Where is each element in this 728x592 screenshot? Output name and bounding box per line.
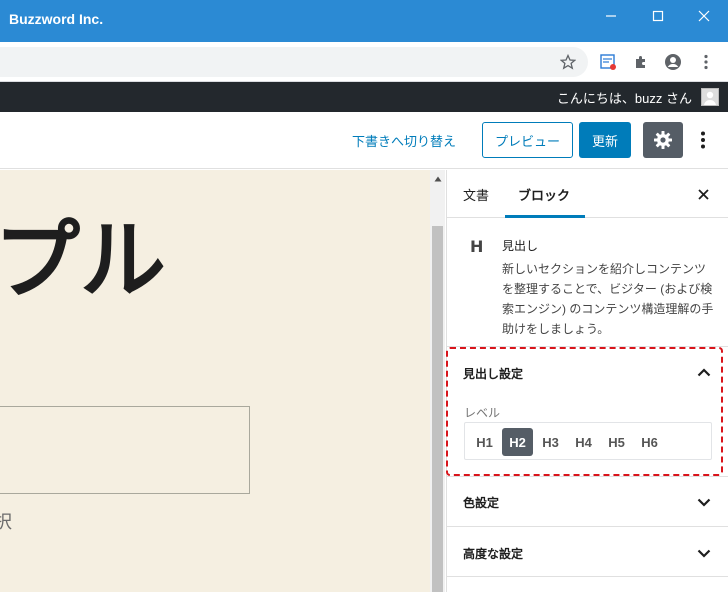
tab-block[interactable]: ブロック — [518, 185, 570, 204]
close-icon — [697, 188, 709, 200]
minimize-button[interactable] — [596, 6, 626, 26]
switch-to-draft-link[interactable]: 下書きへ切り替え — [352, 131, 456, 150]
level-h6-button[interactable]: H6 — [634, 428, 665, 456]
level-h5-button[interactable]: H5 — [601, 428, 632, 456]
maximize-icon — [652, 10, 664, 22]
extension-page-icon[interactable] — [598, 52, 618, 72]
close-window-button[interactable] — [689, 6, 719, 26]
heading-settings-panel: 見出し設定 レベル H1 H2 H3 H4 H5 H6 — [447, 346, 728, 476]
color-settings-panel: 色設定 — [447, 476, 728, 526]
maximize-button[interactable] — [643, 6, 673, 26]
block-name: 見出し — [502, 239, 539, 253]
heading-settings-toggle[interactable]: 見出し設定 — [463, 365, 523, 382]
gear-icon — [654, 131, 672, 149]
close-icon — [698, 10, 710, 22]
block-card: H 見出し 新しいセクションを紹介しコンテンツを整理することで、ビジター (およ… — [447, 218, 728, 346]
avatar[interactable] — [701, 88, 719, 106]
level-label: レベル — [464, 406, 501, 420]
advanced-toggle[interactable]: 高度な設定 — [463, 545, 523, 562]
post-title-fragment[interactable]: プル — [0, 190, 166, 315]
minimize-icon — [606, 15, 616, 17]
address-bar[interactable] — [0, 47, 588, 77]
level-h2-button[interactable]: H2 — [502, 428, 533, 456]
avatar-icon — [704, 91, 716, 105]
scrollbar-thumb[interactable] — [432, 226, 443, 592]
bookmark-star-icon[interactable] — [558, 52, 578, 72]
window-titlebar: Buzzword Inc. — [0, 0, 728, 42]
wp-admin-bar: こんにちは、buzz さん — [0, 82, 728, 112]
scroll-up-arrow[interactable] — [430, 172, 445, 186]
level-h1-button[interactable]: H1 — [469, 428, 500, 456]
heading-block-icon: H — [470, 237, 484, 256]
preview-button[interactable]: プレビュー — [482, 122, 573, 158]
level-h3-button[interactable]: H3 — [535, 428, 566, 456]
tab-document[interactable]: 文書 — [463, 185, 489, 204]
advanced-panel: 高度な設定 — [447, 526, 728, 577]
editor-canvas[interactable]: プル 択 — [0, 170, 430, 592]
settings-button[interactable] — [643, 122, 683, 158]
sidebar-tabs: 文書 ブロック — [447, 170, 728, 218]
browser-toolbar — [0, 42, 728, 82]
chevron-up-icon[interactable] — [697, 365, 711, 379]
canvas-scrollbar[interactable] — [430, 170, 445, 592]
close-sidebar-button[interactable] — [695, 186, 711, 202]
profile-icon[interactable] — [663, 52, 683, 72]
user-greeting[interactable]: こんにちは、buzz さん — [557, 88, 692, 107]
triangle-up-icon — [434, 176, 441, 182]
update-button[interactable]: 更新 — [579, 122, 631, 158]
chevron-down-icon[interactable] — [697, 495, 711, 509]
block-placeholder[interactable] — [0, 406, 250, 494]
settings-sidebar: 文書 ブロック H 見出し 新しいセクションを紹介しコンテンツを整理することで、… — [446, 170, 728, 592]
editor-header: 下書きへ切り替え プレビュー 更新 — [0, 112, 728, 169]
window-title: Buzzword Inc. — [9, 11, 104, 27]
block-description: 新しいセクションを紹介しコンテンツを整理することで、ビジター (および検索エンジ… — [502, 262, 714, 336]
canvas-text-fragment: 択 — [0, 512, 12, 533]
extensions-puzzle-icon[interactable] — [631, 52, 651, 72]
heading-level-toolbar: H1 H2 H3 H4 H5 H6 — [464, 422, 712, 460]
level-h4-button[interactable]: H4 — [568, 428, 599, 456]
more-tools-button[interactable] — [695, 126, 711, 154]
browser-menu-icon[interactable] — [696, 52, 716, 72]
chevron-down-icon[interactable] — [697, 546, 711, 560]
more-vertical-icon — [701, 131, 705, 149]
color-settings-toggle[interactable]: 色設定 — [463, 494, 499, 511]
